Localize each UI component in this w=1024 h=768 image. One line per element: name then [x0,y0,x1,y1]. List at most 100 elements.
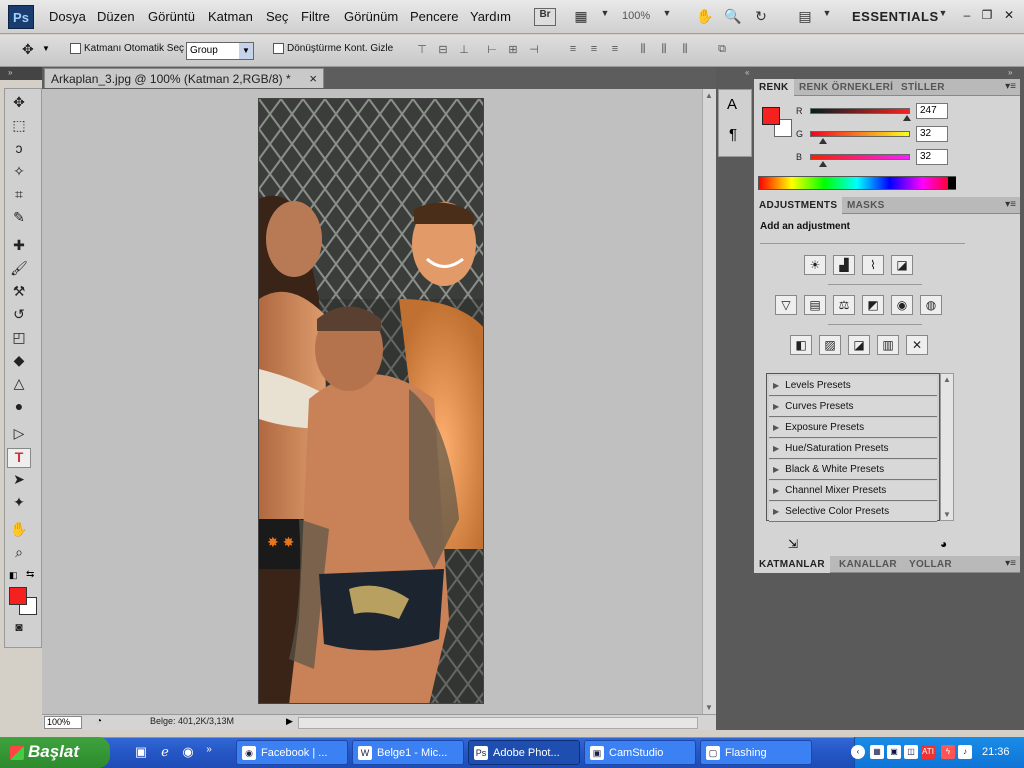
preset-item[interactable]: ▶ Exposure Presets [769,418,937,438]
distribute-bottom-icon[interactable]: ≡ [607,43,623,57]
menu-dosya[interactable]: Dosya [49,9,86,24]
workspace-dropdown-icon[interactable]: ▼ [932,8,954,26]
zoom-field[interactable]: 100% [44,716,82,729]
panel-menu-icon[interactable]: ▾≡ [1005,558,1016,569]
zoom-tool-icon[interactable]: 🔍 [722,8,744,26]
eraser-tool-icon[interactable]: ◰ [7,329,31,349]
paragraph-panel-icon[interactable]: ¶ [729,126,737,143]
foreground-color-swatch-top[interactable] [9,587,27,605]
firefox-quicklaunch-icon[interactable]: ◉ [179,744,197,762]
history-brush-icon[interactable]: ↺ [7,306,31,326]
auto-select-checkbox[interactable] [70,43,81,54]
return-to-list-icon[interactable]: ⇲ [788,537,798,551]
collapse-icon[interactable]: » [8,68,12,77]
move-tool-icon[interactable]: ✥ [22,41,34,58]
slider-knob[interactable] [818,138,827,144]
distribute-hcenter-icon[interactable]: ⫼ [656,43,672,57]
foreground-color-swatch[interactable] [762,107,780,125]
display-icon[interactable]: ▣ [887,745,901,759]
quicklaunch-more-icon[interactable]: » [200,744,218,762]
brightness-contrast-icon[interactable]: ☀ [804,255,826,275]
posterize-icon[interactable]: ▨ [819,335,841,355]
tab-yollar[interactable]: YOLLAR [904,556,957,573]
clip-to-layer-icon[interactable]: ◕ [940,537,947,551]
preset-item[interactable]: ▶ Curves Presets [769,397,937,417]
tab-adjustments[interactable]: ADJUSTMENTS [754,197,843,214]
tab-stiller[interactable]: STİLLER [896,79,950,96]
taskbar-button[interactable]: ▣ CamStudio [584,740,696,765]
taskbar-button[interactable]: W Belge1 - Mic... [352,740,464,765]
vertical-scrollbar[interactable]: ▲ ▼ [702,89,716,714]
tray-expand-icon[interactable]: ‹ [851,745,865,759]
panel-menu-icon[interactable]: ▾≡ [1005,199,1016,210]
pen-tool-icon[interactable]: ▷ [7,425,31,445]
tray-app-icon[interactable]: ◫ [904,745,918,759]
channel-value-field[interactable]: 247 [916,103,948,119]
document-tab[interactable]: Arkaplan_3.jpg @ 100% (Katman 2,RGB/8) *… [44,68,324,88]
align-bottom-icon[interactable]: ⊥ [456,43,472,57]
document-image[interactable]: ✸ ✸ [258,98,484,704]
menu-duzen[interactable]: Düzen [97,9,135,24]
antivirus-icon[interactable]: ϟ [941,745,955,759]
align-left-icon[interactable]: ⊢ [484,43,500,57]
shape-tool-icon[interactable]: ✦ [7,494,31,514]
tab-renk[interactable]: RENK [754,79,794,96]
bridge-button[interactable]: Br [534,8,556,26]
photo-filter-icon[interactable]: ◉ [891,295,913,315]
color-balance-icon[interactable]: ⚖ [833,295,855,315]
menu-filtre[interactable]: Filtre [301,9,330,24]
close-tab-icon[interactable]: × [309,71,317,86]
invert-icon[interactable]: ◧ [790,335,812,355]
network-icon[interactable]: ▦ [870,745,884,759]
auto-select-type-select[interactable]: Group ▼ [186,42,254,60]
threshold-icon[interactable]: ◪ [848,335,870,355]
status-info-icon[interactable]: ◔ [96,716,102,727]
clone-stamp-icon[interactable]: ⚒ [7,283,31,303]
exposure-icon[interactable]: ◪ [891,255,913,275]
character-panel-icon[interactable]: A [727,96,737,113]
show-transform-checkbox[interactable] [273,43,284,54]
arrange-documents-icon[interactable]: ▤ [794,8,816,26]
tab-renk-ornekleri[interactable]: RENK ÖRNEKLERİ [794,79,898,96]
align-top-icon[interactable]: ⊤ [414,43,430,57]
channel-value-field[interactable]: 32 [916,126,948,142]
gradient-map-icon[interactable]: ▥ [877,335,899,355]
tab-kanallar[interactable]: KANALLAR [834,556,902,573]
show-desktop-icon[interactable]: ▣ [132,744,150,762]
preset-item[interactable]: ▶ Selective Color Presets [769,502,937,522]
menu-katman[interactable]: Katman [208,9,253,24]
hand-tool-icon[interactable]: ✋ [7,521,31,541]
restore-icon[interactable]: ❐ [977,8,997,24]
type-tool-icon[interactable]: T [7,448,31,468]
expand-dock-icon[interactable]: » [1008,68,1012,77]
channel-slider[interactable] [810,154,910,160]
default-colors-icon[interactable]: ◧ [9,570,18,581]
menu-goruntu[interactable]: Görüntü [148,9,195,24]
blur-tool-icon[interactable]: △ [7,375,31,395]
minimize-icon[interactable]: – [957,8,977,24]
preset-item[interactable]: ▶ Black & White Presets [769,460,937,480]
preset-item[interactable]: ▶ Levels Presets [769,376,937,396]
close-icon[interactable]: ✕ [999,8,1019,24]
menu-pencere[interactable]: Pencere [410,9,458,24]
path-selection-icon[interactable]: ➤ [7,471,31,491]
brush-tool-icon[interactable]: 🖌 [7,260,31,280]
marquee-tool-icon[interactable]: ⬚ [7,117,31,137]
zoom-tool-icon[interactable]: ⌕ [7,544,31,564]
workspace-switcher[interactable]: ESSENTIALS [852,9,939,24]
arrange-dropdown-icon[interactable]: ▼ [816,8,838,26]
tab-masks[interactable]: MASKS [842,197,890,214]
align-hcenter-icon[interactable]: ⊞ [505,43,521,57]
menu-yardim[interactable]: Yardım [470,9,511,24]
distribute-left-icon[interactable]: ⫼ [635,43,651,57]
ati-icon[interactable]: ATI [921,745,935,759]
channel-slider[interactable] [810,131,910,137]
black-white-icon[interactable]: ◩ [862,295,884,315]
spectrum-black[interactable] [948,177,956,189]
vibrance-icon[interactable]: ▽ [775,295,797,315]
healing-brush-icon[interactable]: ✚ [7,237,31,257]
swap-colors-icon[interactable]: ⇆ [26,569,34,580]
levels-icon[interactable]: ▟ [833,255,855,275]
horizontal-scrollbar[interactable] [298,717,698,729]
slider-knob[interactable] [902,115,911,121]
